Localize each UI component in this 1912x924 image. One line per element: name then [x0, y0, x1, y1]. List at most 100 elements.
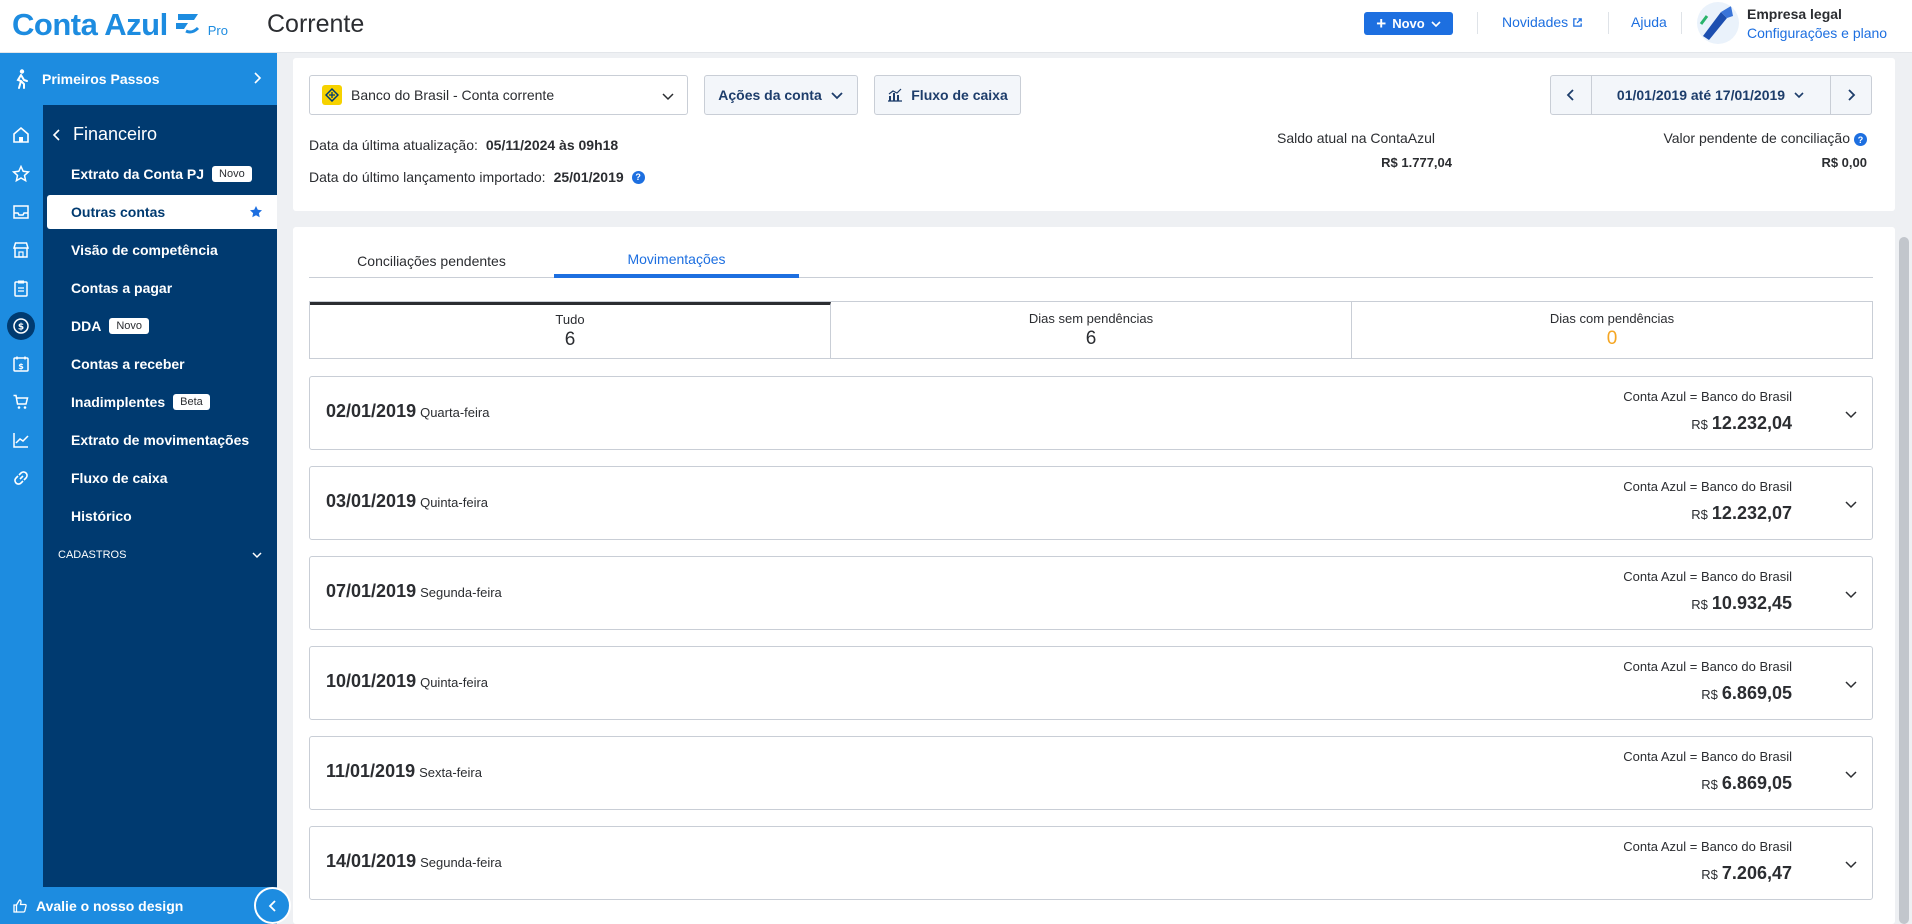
- inbox-icon[interactable]: [10, 201, 32, 223]
- filter-no-pending[interactable]: Dias sem pendências 6: [831, 302, 1352, 358]
- nav-item-label: Contas a receber: [71, 356, 185, 372]
- page-scrollbar-thumb[interactable]: [1899, 237, 1909, 924]
- next-period-button[interactable]: [1831, 76, 1871, 114]
- help-link[interactable]: Ajuda: [1631, 14, 1667, 30]
- tab-conciliacoes-pendentes[interactable]: Conciliações pendentes: [309, 244, 554, 278]
- account-actions-button[interactable]: Ações da conta: [704, 75, 858, 115]
- chevron-down-icon[interactable]: [1844, 407, 1858, 421]
- header-divider: [1681, 12, 1682, 34]
- balance-value: R$ 1.777,04: [1381, 155, 1452, 170]
- finance-nav: Financeiro Extrato da Conta PJ Novo Outr…: [43, 105, 277, 887]
- nav-item-extrato-movimentacoes[interactable]: Extrato de movimentações: [43, 423, 277, 457]
- collapse-sidebar-button[interactable]: [254, 887, 291, 924]
- nav-item-label: Contas a pagar: [71, 280, 173, 296]
- nav-item-visao-competencia[interactable]: Visão de competência: [43, 233, 277, 267]
- finance-icon[interactable]: $: [7, 312, 35, 340]
- day-balance: R$ 12.232,07: [1691, 503, 1792, 524]
- day-date-value: 14/01/2019: [326, 851, 417, 871]
- nav-item-contas-pagar[interactable]: Contas a pagar: [43, 271, 277, 305]
- day-weekday: Segunda-feira: [420, 585, 502, 600]
- star-icon[interactable]: [10, 163, 32, 185]
- day-date: 10/01/2019 Quinta-feira: [326, 671, 488, 692]
- chevron-down-icon: [1431, 20, 1441, 27]
- chevron-down-icon[interactable]: [1844, 587, 1858, 601]
- date-range-picker[interactable]: 01/01/2019 até 17/01/2019: [1591, 76, 1831, 114]
- calendar-money-icon[interactable]: $: [10, 353, 32, 375]
- filter-all[interactable]: Tudo 6: [310, 302, 831, 358]
- day-balance: R$ 6.869,05: [1701, 683, 1792, 704]
- account-select[interactable]: Banco do Brasil - Conta corrente: [309, 75, 688, 115]
- beta-badge: Beta: [173, 394, 210, 410]
- brand-logo[interactable]: Conta Azul Pro: [12, 8, 228, 42]
- help-icon[interactable]: ?: [631, 170, 645, 184]
- balance-amount: 12.232,07: [1711, 503, 1792, 523]
- day-date-value: 07/01/2019: [326, 581, 417, 601]
- nav-item-extrato-conta-pj[interactable]: Extrato da Conta PJ Novo: [43, 157, 277, 191]
- walking-person-icon: [16, 69, 28, 89]
- company-name[interactable]: Empresa legal: [1747, 6, 1842, 22]
- nav-item-fluxo-caixa[interactable]: Fluxo de caixa: [43, 461, 277, 495]
- previous-period-button[interactable]: [1551, 76, 1591, 114]
- day-row[interactable]: 03/01/2019 Quinta-feira Conta Azul = Banc…: [309, 466, 1873, 540]
- cashflow-button[interactable]: Fluxo de caixa: [874, 75, 1021, 115]
- pending-label: Valor pendente de conciliação: [1663, 130, 1850, 146]
- chevron-down-icon[interactable]: [1844, 767, 1858, 781]
- nav-item-historico[interactable]: Histórico: [43, 499, 277, 533]
- day-row[interactable]: 02/01/2019 Quarta-feira Conta Azul = Banc…: [309, 376, 1873, 450]
- clipboard-icon[interactable]: [10, 277, 32, 299]
- bar-chart-icon: [888, 88, 903, 102]
- nav-item-inadimplentes[interactable]: Inadimplentes Beta: [43, 385, 277, 419]
- chevron-right-icon: [254, 72, 262, 84]
- day-row[interactable]: 10/01/2019 Quinta-feira Conta Azul = Banc…: [309, 646, 1873, 720]
- last-import-info: Data do último lançamento importado: 25/…: [309, 169, 645, 185]
- help-icon[interactable]: ?: [1854, 133, 1867, 146]
- day-row[interactable]: 07/01/2019 Segunda-feira Conta Azul = Ban…: [309, 556, 1873, 630]
- nav-back-financeiro[interactable]: Financeiro: [51, 124, 157, 145]
- day-row[interactable]: 11/01/2019 Sexta-feira Conta Azul = Banco…: [309, 736, 1873, 810]
- tab-bar: Conciliações pendentes Movimentações: [309, 244, 1873, 278]
- nav-item-contas-receber[interactable]: Contas a receber: [43, 347, 277, 381]
- balance-amount: 12.232,04: [1711, 413, 1792, 433]
- store-icon[interactable]: [10, 239, 32, 261]
- header-divider: [1608, 12, 1609, 34]
- header-divider: [1477, 12, 1478, 34]
- new-button[interactable]: + Novo: [1364, 12, 1453, 35]
- company-settings-link[interactable]: Configurações e plano: [1747, 25, 1887, 41]
- day-date-value: 11/01/2019: [326, 761, 416, 781]
- nav-section-title: Financeiro: [73, 124, 158, 144]
- company-avatar[interactable]: [1697, 2, 1739, 44]
- news-link[interactable]: Novidades: [1502, 14, 1583, 30]
- tab-movimentacoes[interactable]: Movimentações: [554, 244, 799, 278]
- day-balance: R$ 10.932,45: [1691, 593, 1792, 614]
- chevron-down-icon[interactable]: [1844, 677, 1858, 691]
- home-icon[interactable]: [10, 124, 32, 146]
- chart-icon[interactable]: [10, 429, 32, 451]
- cart-icon[interactable]: [10, 391, 32, 413]
- filter-count: 0: [1606, 327, 1618, 349]
- nav-item-dda[interactable]: DDA Novo: [43, 309, 277, 343]
- external-link-icon: [1573, 17, 1582, 27]
- chevron-down-icon[interactable]: [1844, 497, 1858, 511]
- cadastros-section-toggle[interactable]: CADASTROS: [58, 549, 263, 561]
- chevron-down-icon[interactable]: [1844, 857, 1858, 871]
- first-steps-label: Primeiros Passos: [42, 71, 160, 87]
- filter-with-pending[interactable]: Dias com pendências 0: [1352, 302, 1872, 358]
- chevron-left-icon: [268, 899, 276, 912]
- day-date: 03/01/2019 Quinta-feira: [326, 491, 488, 512]
- balance-amount: 10.932,45: [1711, 593, 1792, 613]
- day-row[interactable]: 14/01/2019 Segunda-feira Conta Azul = Ban…: [309, 826, 1873, 900]
- favorite-star-icon[interactable]: [249, 205, 263, 219]
- reconciliation-status: Conta Azul = Banco do Brasil: [1623, 749, 1792, 764]
- first-steps-bar[interactable]: Primeiros Passos: [0, 53, 277, 105]
- nav-item-outras-contas[interactable]: Outras contas: [47, 195, 277, 229]
- cashflow-label: Fluxo de caixa: [911, 87, 1008, 103]
- link-icon[interactable]: [10, 467, 32, 489]
- feedback-label: Avalie o nosso design: [36, 897, 184, 914]
- chevron-right-icon: [1848, 89, 1856, 101]
- chevron-down-icon: [252, 552, 262, 559]
- day-balance: R$ 6.869,05: [1701, 773, 1792, 794]
- movements-card: Conciliações pendentes Movimentações Tud…: [293, 227, 1895, 924]
- feedback-bar[interactable]: Avalie o nosso design: [0, 887, 277, 924]
- day-filters: Tudo 6 Dias sem pendências 6 Dias com pe…: [309, 301, 1873, 359]
- news-link-label: Novidades: [1502, 14, 1569, 30]
